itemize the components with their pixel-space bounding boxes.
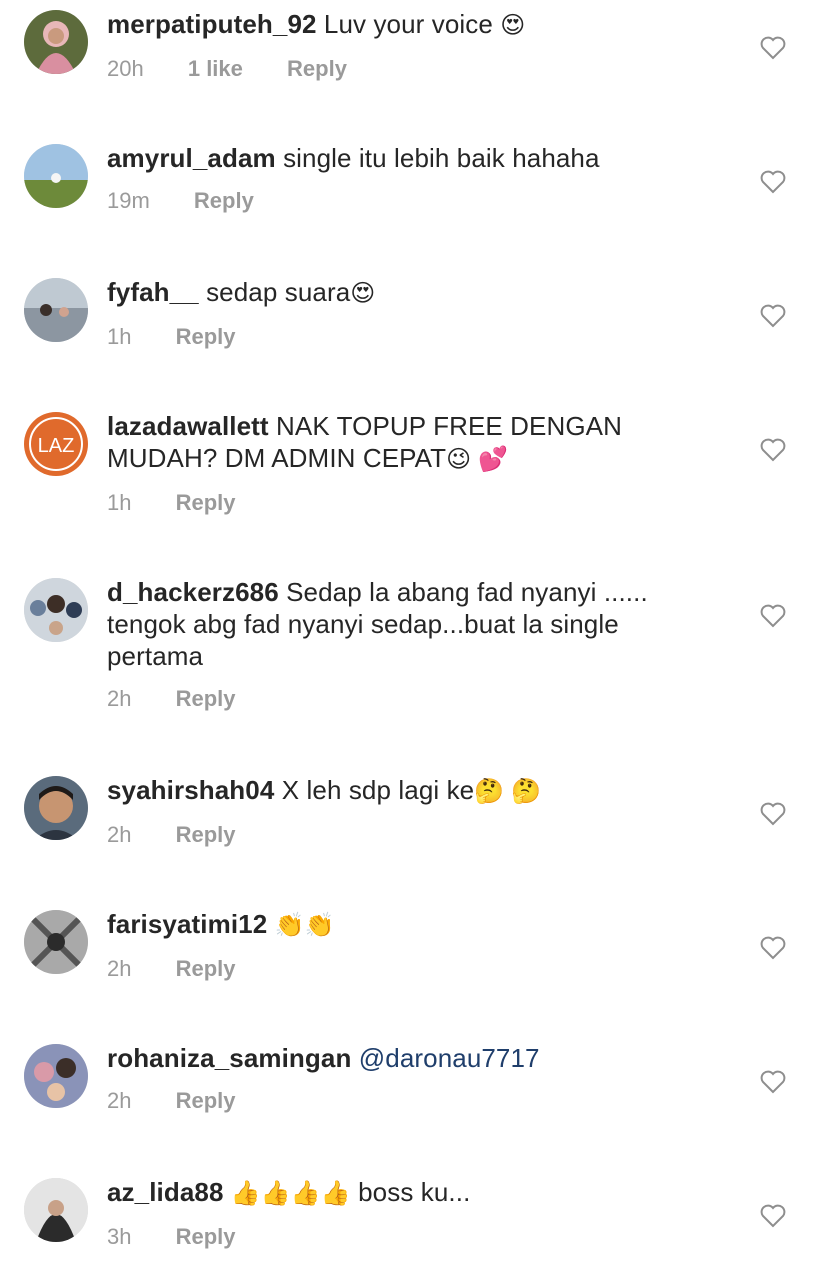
emoji-clap-icon: 👏👏	[274, 912, 335, 939]
mention-link[interactable]: @daronau7717	[359, 1043, 540, 1073]
comment-username[interactable]: fyfah__	[107, 277, 199, 307]
like-heart-icon[interactable]	[760, 936, 786, 960]
avatar[interactable]	[24, 10, 88, 74]
comment-meta: 2h Reply	[107, 686, 717, 712]
avatar[interactable]	[24, 910, 88, 974]
comment-message: boss ku...	[358, 1177, 471, 1207]
emoji-thinking-icon: 🤔 🤔	[474, 778, 541, 805]
like-heart-icon[interactable]	[760, 36, 786, 60]
emoji-wink-heart-icon: 😉 💕	[446, 446, 509, 473]
comment-meta: 1h Reply	[107, 490, 667, 516]
like-heart-icon[interactable]	[760, 802, 786, 826]
reply-button[interactable]: Reply	[176, 490, 236, 515]
comment-meta: 2h Reply	[107, 822, 727, 848]
reply-button[interactable]: Reply	[176, 822, 236, 847]
comment-text: fyfah__ sedap suara😍	[107, 276, 727, 310]
comment-username[interactable]: syahirshah04	[107, 775, 274, 805]
comment-text: d_hackerz686 Sedap la abang fad nyanyi .…	[107, 576, 717, 672]
comment-time: 2h	[107, 686, 132, 711]
comment-time: 2h	[107, 1088, 132, 1113]
like-heart-icon[interactable]	[760, 438, 786, 462]
like-heart-icon[interactable]	[760, 304, 786, 328]
comment-time: 20h	[107, 56, 144, 81]
emoji-heart-eyes-icon: 😍	[500, 12, 526, 39]
comment-message: X leh sdp lagi ke	[281, 775, 475, 805]
avatar[interactable]	[24, 578, 88, 642]
like-heart-icon[interactable]	[760, 1204, 786, 1228]
like-heart-icon[interactable]	[760, 1070, 786, 1094]
like-heart-icon[interactable]	[760, 170, 786, 194]
avatar[interactable]	[24, 776, 88, 840]
reply-button[interactable]: Reply	[194, 188, 254, 213]
comment-text: amyrul_adam single itu lebih baik hahaha	[107, 142, 727, 174]
comment-username[interactable]: amyrul_adam	[107, 143, 276, 173]
comment-username[interactable]: d_hackerz686	[107, 577, 279, 607]
comment-username[interactable]: az_lida88	[107, 1177, 224, 1207]
comment-meta: 19m Reply	[107, 188, 727, 214]
comment-meta: 2h Reply	[107, 956, 727, 982]
avatar[interactable]	[24, 1044, 88, 1108]
comment-time: 1h	[107, 490, 132, 515]
comment-meta: 1h Reply	[107, 324, 727, 350]
reply-button[interactable]: Reply	[176, 324, 236, 349]
comment-username[interactable]: merpatiputeh_92	[107, 9, 317, 39]
comment-text: farisyatimi12 👏👏	[107, 908, 727, 942]
comment-time: 2h	[107, 822, 132, 847]
comment-username[interactable]: lazadawallett	[107, 411, 269, 441]
comment-text: rohaniza_samingan @daronau7717	[107, 1042, 727, 1074]
avatar[interactable]	[24, 1178, 88, 1242]
laz-logo-text: LAZ	[38, 435, 75, 457]
comment-meta: 20h 1 like Reply	[107, 56, 727, 82]
comment-text: merpatiputeh_92 Luv your voice 😍	[107, 8, 727, 42]
comment-message: single itu lebih baik hahaha	[283, 143, 600, 173]
reply-button[interactable]: Reply	[176, 1224, 236, 1249]
comment-meta: 3h Reply	[107, 1224, 727, 1250]
comment-time: 1h	[107, 324, 132, 349]
comment-username[interactable]: rohaniza_samingan	[107, 1043, 351, 1073]
avatar[interactable]	[24, 278, 88, 342]
comment-message: sedap suara	[206, 277, 351, 307]
laz-logo-avatar[interactable]: LAZ	[24, 412, 88, 476]
comment-username[interactable]: farisyatimi12	[107, 909, 267, 939]
reply-button[interactable]: Reply	[176, 1088, 236, 1113]
emoji-heart-eyes-icon: 😍	[350, 280, 376, 307]
emoji-thumbs-up-icon: 👍👍👍👍	[230, 1180, 351, 1207]
comment-text: syahirshah04 X leh sdp lagi ke🤔 🤔	[107, 774, 727, 808]
comment-time: 2h	[107, 956, 132, 981]
reply-button[interactable]: Reply	[287, 56, 347, 81]
comment-likes-link[interactable]: 1 like	[188, 56, 243, 81]
avatar[interactable]	[24, 144, 88, 208]
reply-button[interactable]: Reply	[176, 956, 236, 981]
comment-time: 3h	[107, 1224, 132, 1249]
comment-meta: 2h Reply	[107, 1088, 727, 1114]
comment-text: az_lida88 👍👍👍👍 boss ku...	[107, 1176, 727, 1210]
comment-text: lazadawallett NAK TOPUP FREE DENGAN MUDA…	[107, 410, 667, 476]
reply-button[interactable]: Reply	[176, 686, 236, 711]
comment-time: 19m	[107, 188, 150, 213]
like-heart-icon[interactable]	[760, 604, 786, 628]
comment-message: Luv your voice	[323, 9, 493, 39]
